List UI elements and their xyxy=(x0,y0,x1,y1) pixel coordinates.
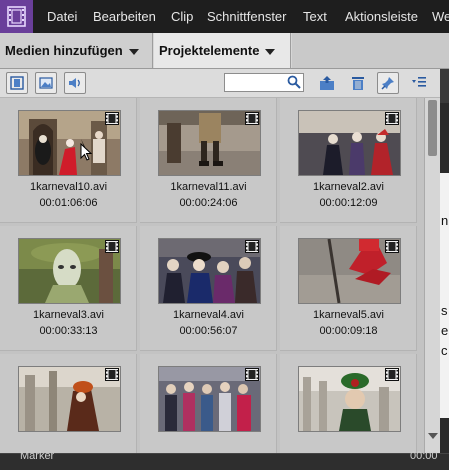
menu-we[interactable]: We xyxy=(432,0,449,33)
adjacent-panel-text: c xyxy=(441,343,448,358)
scrollbar-thumb[interactable] xyxy=(428,100,437,156)
clip-name: 1karneval11.avi xyxy=(170,181,247,193)
film-icon xyxy=(105,240,119,253)
tab-bar-filler xyxy=(292,33,449,68)
clip-item[interactable]: 1karneval11.avi 00:00:24:06 xyxy=(140,98,277,223)
clip-thumbnail xyxy=(18,238,121,304)
show-audio-button[interactable] xyxy=(64,72,86,94)
image-icon xyxy=(39,77,53,89)
adjacent-panel-text: s xyxy=(441,303,448,318)
clip-duration: 00:00:09:18 xyxy=(319,325,378,337)
tab-label: Projektelemente xyxy=(159,43,260,58)
film-icon xyxy=(385,112,399,125)
panel-menu-button[interactable] xyxy=(408,72,430,94)
clip-item[interactable]: 1karneval10.avi 00:01:06:06 xyxy=(0,98,137,223)
adjacent-panel-text: n xyxy=(441,213,449,228)
show-video-button[interactable] xyxy=(6,72,28,94)
folder-up-icon xyxy=(320,76,334,90)
pin-icon xyxy=(381,77,394,90)
clip-item[interactable]: 1karneval3.avi 00:00:33:13 xyxy=(0,226,137,351)
clip-name: 1karneval10.avi xyxy=(29,181,108,193)
clip-name: 1karneval2.avi xyxy=(313,181,384,193)
chevron-down-icon xyxy=(128,48,139,55)
timecode: 00:00 xyxy=(410,450,438,462)
menu-clip[interactable]: Clip xyxy=(171,0,193,33)
clip-thumbnail xyxy=(158,238,261,304)
menu-datei[interactable]: Datei xyxy=(47,0,77,33)
tab-projektelemente[interactable]: Projektelemente xyxy=(154,33,291,68)
adjacent-panel: n s e c xyxy=(440,69,449,453)
clip-thumbnail xyxy=(18,366,121,432)
marker-label: Marker xyxy=(20,450,55,462)
up-folder-button[interactable] xyxy=(316,72,338,94)
adjacent-panel-header xyxy=(440,69,449,103)
clip-duration: 00:00:33:13 xyxy=(39,325,98,337)
list-menu-icon xyxy=(412,77,426,87)
delete-button[interactable] xyxy=(347,72,369,94)
trash-icon xyxy=(352,77,364,90)
film-icon xyxy=(245,368,259,381)
speaker-icon xyxy=(69,78,80,88)
project-toolbar xyxy=(0,69,440,98)
scroll-down-icon[interactable] xyxy=(428,433,438,439)
film-icon xyxy=(10,76,24,90)
clip-name: 1karneval3.avi xyxy=(33,309,104,321)
adjacent-panel-text: e xyxy=(441,323,449,338)
clip-item[interactable]: 1karneval4.avi 00:00:56:07 xyxy=(140,226,277,351)
mouse-cursor-icon xyxy=(80,143,92,161)
clip-thumbnail xyxy=(158,110,261,176)
menu-bearbeiten[interactable]: Bearbeiten xyxy=(93,0,156,33)
clip-item[interactable] xyxy=(140,354,277,453)
clip-thumbnail xyxy=(298,366,401,432)
search-input[interactable] xyxy=(224,73,304,92)
clip-duration: 00:00:12:09 xyxy=(319,197,378,209)
clip-item[interactable]: 1karneval5.avi 00:00:09:18 xyxy=(280,226,417,351)
search-icon xyxy=(287,75,301,89)
clip-item[interactable] xyxy=(0,354,137,453)
film-icon xyxy=(245,112,259,125)
clip-thumbnail xyxy=(18,110,121,176)
pin-button[interactable] xyxy=(377,72,399,94)
clip-duration: 00:01:06:06 xyxy=(39,197,98,209)
app-film-icon[interactable] xyxy=(0,0,33,33)
film-icon xyxy=(385,368,399,381)
clip-item[interactable]: 1karneval2.avi 00:00:12:09 xyxy=(280,98,417,223)
film-icon xyxy=(105,112,119,125)
menu-schnittfenster[interactable]: Schnittfenster xyxy=(207,0,287,33)
show-images-button[interactable] xyxy=(35,72,57,94)
vertical-scrollbar[interactable] xyxy=(424,98,440,453)
clip-name: 1karneval4.avi xyxy=(173,309,244,321)
clip-duration: 00:00:24:06 xyxy=(179,197,238,209)
menu-text[interactable]: Text xyxy=(303,0,327,33)
tab-label: Medien hinzufügen xyxy=(5,43,123,58)
menu-aktionsleiste[interactable]: Aktionsleiste xyxy=(345,0,418,33)
tab-medien-hinzufuegen[interactable]: Medien hinzufügen xyxy=(0,33,153,68)
chevron-down-icon xyxy=(265,48,276,55)
adjacent-panel-content: n s e c xyxy=(440,173,449,418)
clip-thumbnail xyxy=(298,110,401,176)
clip-thumbnail xyxy=(298,238,401,304)
panel-tab-bar: Medien hinzufügen Projektelemente xyxy=(0,33,449,69)
clip-thumbnail xyxy=(158,366,261,432)
clip-item[interactable] xyxy=(280,354,417,453)
clip-duration: 00:00:56:07 xyxy=(179,325,238,337)
timeline-strip: Marker 00:00 xyxy=(0,450,449,470)
film-icon xyxy=(105,368,119,381)
film-icon xyxy=(385,240,399,253)
menu-bar: Datei Bearbeiten Clip Schnittfenster Tex… xyxy=(0,0,449,33)
film-icon xyxy=(245,240,259,253)
clip-name: 1karneval5.avi xyxy=(313,309,384,321)
project-items-grid: 1karneval10.avi 00:01:06:06 1karneval11.… xyxy=(0,98,424,453)
